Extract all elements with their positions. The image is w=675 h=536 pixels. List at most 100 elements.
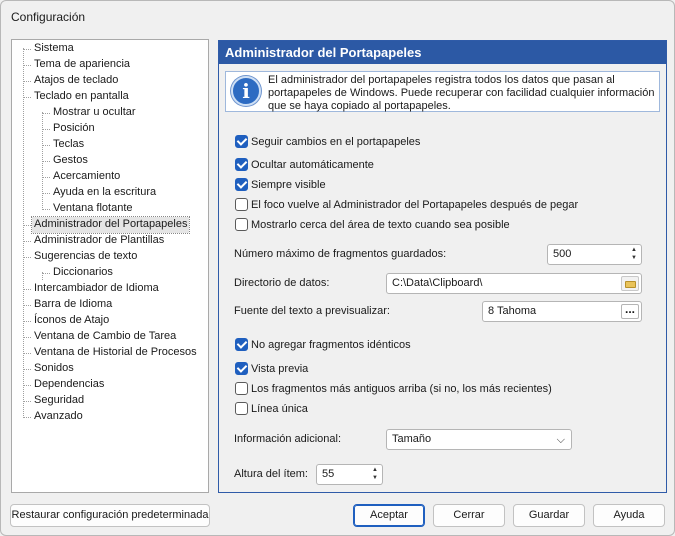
spin-down-icon[interactable]: ▼ bbox=[628, 254, 640, 262]
tree-item-tema[interactable]: Tema de apariencia bbox=[32, 57, 132, 73]
tree-guide bbox=[23, 225, 31, 226]
chevron-down-icon: ⌵ bbox=[556, 434, 565, 446]
focus-return-checkbox[interactable]: El foco vuelve al Administrador del Port… bbox=[235, 197, 578, 213]
tree-item-teclado[interactable]: Teclado en pantalla bbox=[32, 89, 131, 105]
track-changes-checkbox[interactable]: Seguir cambios en el portapapeles bbox=[235, 134, 420, 150]
tree-item-plantillas[interactable]: Administrador de Plantillas bbox=[32, 233, 166, 249]
max-fragments-spinbox[interactable]: 500 ▲ ▼ bbox=[547, 244, 642, 265]
tree-item-dependencias[interactable]: Dependencias bbox=[32, 377, 106, 393]
checkbox-checked-icon bbox=[235, 158, 248, 171]
tree-item-atajos[interactable]: Atajos de teclado bbox=[32, 73, 120, 89]
tree-item-sugerencias[interactable]: Sugerencias de texto bbox=[32, 249, 139, 265]
browse-folder-button[interactable] bbox=[621, 276, 639, 291]
info-icon: i bbox=[231, 76, 261, 106]
preview-font-field[interactable]: 8 Tahoma ... bbox=[482, 301, 642, 322]
additional-info-value: Tamaño bbox=[392, 433, 432, 445]
tree-guide bbox=[42, 193, 50, 194]
tree-item-ventana-flotante[interactable]: Ventana flotante bbox=[51, 201, 135, 217]
font-picker-button[interactable]: ... bbox=[621, 303, 639, 319]
single-line-checkbox[interactable]: Línea única bbox=[235, 401, 308, 417]
data-dir-field[interactable]: C:\Data\Clipboard\ bbox=[386, 273, 642, 294]
info-box: i El administrador del portapapeles regi… bbox=[225, 71, 660, 112]
checkbox-label: Los fragmentos más antiguos arriba (si n… bbox=[251, 383, 552, 395]
tree-guide bbox=[23, 241, 31, 242]
oldest-on-top-checkbox[interactable]: Los fragmentos más antiguos arriba (si n… bbox=[235, 381, 552, 397]
spin-up-icon[interactable]: ▲ bbox=[369, 466, 381, 474]
tree-item-intercambiador[interactable]: Intercambiador de Idioma bbox=[32, 281, 161, 297]
tree-guide bbox=[23, 417, 31, 418]
additional-info-select[interactable]: Tamaño ⌵ bbox=[386, 429, 572, 450]
checkbox-label: Vista previa bbox=[251, 363, 309, 375]
accept-button[interactable]: Aceptar bbox=[353, 504, 425, 527]
checkbox-unchecked-icon bbox=[235, 382, 248, 395]
spin-buttons[interactable]: ▲ ▼ bbox=[628, 246, 640, 263]
preview-font-value: 8 Tahoma bbox=[488, 305, 537, 317]
checkbox-checked-icon bbox=[235, 135, 248, 148]
restore-defaults-button[interactable]: Restaurar configuración predeterminada bbox=[10, 504, 210, 527]
checkbox-label: Mostrarlo cerca del área de texto cuando… bbox=[251, 219, 510, 231]
settings-window: Configuración Sistema Tema de apariencia bbox=[0, 0, 675, 536]
tree-guide bbox=[42, 129, 50, 130]
tree-guide bbox=[23, 353, 31, 354]
tree-item-posicion[interactable]: Posición bbox=[51, 121, 97, 137]
tree-item-teclas[interactable]: Teclas bbox=[51, 137, 86, 153]
clipboard-panel: Administrador del Portapapeles i El admi… bbox=[218, 40, 667, 493]
tree-guide bbox=[42, 113, 50, 114]
tree-item-iconos[interactable]: Íconos de Atajo bbox=[32, 313, 111, 329]
settings-tree[interactable]: Sistema Tema de apariencia Atajos de tec… bbox=[11, 39, 209, 493]
tree-item-cambio-tarea[interactable]: Ventana de Cambio de Tarea bbox=[32, 329, 178, 345]
tree-guide bbox=[23, 81, 31, 82]
tree-guide bbox=[42, 209, 50, 210]
tree-guide bbox=[23, 97, 31, 98]
tree-guide bbox=[23, 369, 31, 370]
tree-guide bbox=[23, 401, 31, 402]
panel-title: Administrador del Portapapeles bbox=[219, 41, 666, 64]
tree-item-sonidos[interactable]: Sonidos bbox=[32, 361, 76, 377]
window-title: Configuración bbox=[11, 10, 86, 24]
tree-item-barra-idioma[interactable]: Barra de Idioma bbox=[32, 297, 114, 313]
tree-guide bbox=[42, 273, 50, 274]
tree-guide bbox=[23, 289, 31, 290]
max-fragments-value: 500 bbox=[553, 248, 572, 260]
tree-guide bbox=[23, 49, 31, 50]
close-button[interactable]: Cerrar bbox=[433, 504, 505, 527]
checkbox-checked-icon bbox=[235, 178, 248, 191]
tree-item-acercamiento[interactable]: Acercamiento bbox=[51, 169, 122, 185]
checkbox-label: Seguir cambios en el portapapeles bbox=[251, 136, 421, 148]
checkbox-label: El foco vuelve al Administrador del Port… bbox=[251, 199, 579, 211]
tree-item-avanzado[interactable]: Avanzado bbox=[32, 409, 85, 425]
tree-item-portapapeles[interactable]: Administrador del Portapapeles bbox=[30, 216, 191, 234]
no-duplicates-checkbox[interactable]: No agregar fragmentos idénticos bbox=[235, 337, 411, 353]
folder-icon bbox=[625, 281, 636, 288]
help-button[interactable]: Ayuda bbox=[593, 504, 665, 527]
max-fragments-label: Número máximo de fragmentos guardados: bbox=[234, 248, 447, 260]
tree-item-historial[interactable]: Ventana de Historial de Procesos bbox=[32, 345, 199, 361]
tree-item-diccionarios[interactable]: Diccionarios bbox=[51, 265, 115, 281]
auto-hide-checkbox[interactable]: Ocultar automáticamente bbox=[235, 157, 374, 173]
tree-guide bbox=[23, 48, 24, 418]
checkbox-checked-icon bbox=[235, 338, 248, 351]
tree-item-gestos[interactable]: Gestos bbox=[51, 153, 90, 169]
tree-guide bbox=[42, 145, 50, 146]
always-visible-checkbox[interactable]: Siempre visible bbox=[235, 177, 326, 193]
item-height-label: Altura del ítem: bbox=[234, 468, 308, 480]
show-near-text-checkbox[interactable]: Mostrarlo cerca del área de texto cuando… bbox=[235, 217, 510, 233]
tree-item-seguridad[interactable]: Seguridad bbox=[32, 393, 86, 409]
checkbox-checked-icon bbox=[235, 362, 248, 375]
preview-checkbox[interactable]: Vista previa bbox=[235, 361, 308, 377]
save-button[interactable]: Guardar bbox=[513, 504, 585, 527]
spin-buttons[interactable]: ▲ ▼ bbox=[369, 466, 381, 483]
spin-up-icon[interactable]: ▲ bbox=[628, 246, 640, 254]
preview-font-label: Fuente del texto a previsualizar: bbox=[234, 305, 390, 317]
additional-info-label: Información adicional: bbox=[234, 433, 342, 445]
tree-guide bbox=[23, 321, 31, 322]
tree-guide bbox=[23, 305, 31, 306]
tree-item-mostrar[interactable]: Mostrar u ocultar bbox=[51, 105, 138, 121]
tree-item-sistema[interactable]: Sistema bbox=[32, 41, 76, 57]
tree-guide bbox=[42, 161, 50, 162]
tree-guide bbox=[23, 257, 31, 258]
spin-down-icon[interactable]: ▼ bbox=[369, 474, 381, 482]
item-height-spinbox[interactable]: 55 ▲ ▼ bbox=[316, 464, 383, 485]
tree-item-ayuda-escritura[interactable]: Ayuda en la escritura bbox=[51, 185, 158, 201]
checkbox-label: Línea única bbox=[251, 403, 308, 415]
